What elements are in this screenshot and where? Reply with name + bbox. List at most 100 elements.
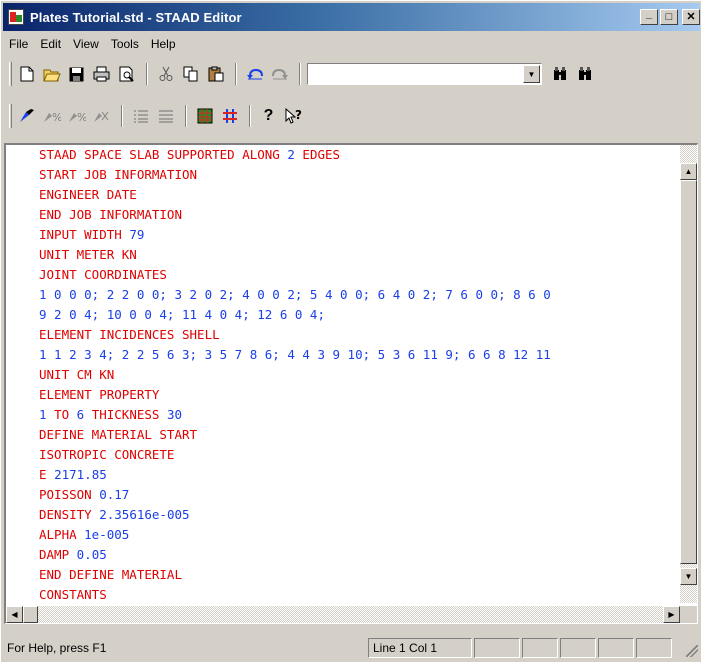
toolbar-separator — [121, 105, 123, 127]
code-area[interactable]: STAAD SPACE SLAB SUPPORTED ALONG 2 EDGES… — [6, 145, 680, 603]
code-line[interactable]: START JOB INFORMATION — [39, 165, 197, 185]
set-bookmark-icon[interactable] — [15, 105, 38, 127]
print-icon[interactable] — [90, 63, 113, 85]
syntax-check-icon[interactable] — [218, 105, 241, 127]
code-keyword: ELEMENT INCIDENCES SHELL — [39, 327, 220, 342]
svg-text:?: ? — [295, 108, 302, 122]
toolbar-separator — [249, 105, 251, 127]
search-combo[interactable]: ▼ — [307, 63, 542, 85]
vertical-scrollbar[interactable]: ▲ ▼ — [680, 145, 697, 603]
dropdown-arrow-icon[interactable]: ▼ — [523, 65, 540, 83]
indent-icon[interactable] — [129, 105, 152, 127]
save-icon[interactable] — [65, 63, 88, 85]
new-file-icon[interactable] — [15, 63, 38, 85]
code-line[interactable]: DEFINE MATERIAL START — [39, 425, 197, 445]
svg-text:%: % — [52, 111, 61, 123]
toolbar-grip[interactable] — [9, 62, 12, 86]
menu-tools[interactable]: Tools — [105, 34, 145, 54]
code-line[interactable]: 1 0 0 0; 2 2 0 0; 3 2 0 2; 4 0 0 2; 5 4 … — [39, 285, 551, 305]
horizontal-scroll-thumb[interactable] — [23, 606, 38, 623]
status-pane — [598, 638, 634, 658]
toolbar-separator — [146, 63, 148, 85]
code-line[interactable]: DAMP 0.05 — [39, 545, 107, 565]
find-icon[interactable] — [548, 63, 571, 85]
status-pane — [474, 638, 520, 658]
code-keyword: DENSITY — [39, 507, 100, 522]
code-keyword: INPUT WIDTH — [39, 227, 130, 242]
code-line[interactable]: POISSON 0.17 — [39, 485, 129, 505]
code-line[interactable]: E 2171.85 — [39, 465, 107, 485]
menu-file[interactable]: File — [3, 34, 34, 54]
menu-view[interactable]: View — [67, 34, 105, 54]
toolbar-grip[interactable] — [9, 104, 12, 128]
window-title: Plates Tutorial.std - STAAD Editor — [30, 9, 242, 25]
cut-icon[interactable] — [154, 63, 177, 85]
code-line[interactable]: END DEFINE MATERIAL — [39, 565, 182, 585]
code-keyword: ENGINEER DATE — [39, 187, 137, 202]
print-preview-icon[interactable] — [115, 63, 138, 85]
minimize-button[interactable]: _ — [640, 9, 658, 25]
code-line[interactable]: ELEMENT INCIDENCES SHELL — [39, 325, 220, 345]
redo-icon[interactable] — [268, 63, 291, 85]
code-line[interactable]: DENSITY 2.35616e-005 — [39, 505, 190, 525]
code-keyword: ISOTROPIC CONCRETE — [39, 447, 175, 462]
minimize-icon: _ — [645, 8, 653, 20]
code-keyword: START JOB INFORMATION — [39, 167, 198, 182]
scroll-down-button[interactable]: ▼ — [680, 568, 697, 585]
code-line[interactable]: END JOB INFORMATION — [39, 205, 182, 225]
code-line[interactable]: ISOTROPIC CONCRETE — [39, 445, 174, 465]
code-line[interactable]: UNIT METER KN — [39, 245, 137, 265]
menu-help[interactable]: Help — [145, 34, 182, 54]
copy-icon[interactable] — [179, 63, 202, 85]
status-pane — [560, 638, 596, 658]
context-help-icon[interactable]: ? — [282, 105, 305, 127]
close-button[interactable]: ✕ — [682, 9, 700, 25]
next-bookmark-icon[interactable]: % — [40, 105, 63, 127]
code-number: 2171.85 — [54, 467, 107, 482]
menu-bar: File Edit View Tools Help — [3, 33, 182, 55]
resize-grip-icon[interactable] — [686, 645, 698, 657]
paste-icon[interactable] — [204, 63, 227, 85]
clear-bookmarks-icon[interactable] — [90, 105, 113, 127]
toolbar-separator — [235, 63, 237, 85]
scroll-up-button[interactable]: ▲ — [680, 163, 697, 180]
toolbar-area: ▼ % % — [3, 57, 700, 143]
horizontal-scrollbar[interactable]: ◀ ▶ — [6, 606, 680, 623]
scroll-left-button[interactable]: ◀ — [6, 606, 23, 623]
code-line[interactable]: UNIT CM KN — [39, 365, 114, 385]
menu-edit[interactable]: Edit — [34, 34, 67, 54]
vertical-scroll-thumb[interactable] — [680, 180, 697, 564]
code-line[interactable]: STAAD SPACE SLAB SUPPORTED ALONG 2 EDGES — [39, 145, 340, 165]
open-folder-icon[interactable] — [40, 63, 63, 85]
code-line[interactable]: INPUT WIDTH 79 — [39, 225, 144, 245]
scroll-right-button[interactable]: ▶ — [663, 606, 680, 623]
code-keyword: UNIT METER KN — [39, 247, 137, 262]
status-bar: For Help, press F1 Line 1 Col 1 — [3, 637, 700, 659]
undo-icon[interactable] — [243, 63, 266, 85]
status-pane — [636, 638, 672, 658]
code-number: 0.17 — [99, 487, 130, 502]
code-line[interactable]: JOINT COORDINATES — [39, 265, 167, 285]
help-icon[interactable]: ? — [257, 105, 280, 127]
code-editor[interactable]: STAAD SPACE SLAB SUPPORTED ALONG 2 EDGES… — [4, 143, 698, 624]
outdent-icon[interactable] — [154, 105, 177, 127]
edit-toolbar: % % ? ? — [3, 101, 307, 131]
prev-bookmark-icon[interactable]: % — [65, 105, 88, 127]
find-next-icon[interactable] — [573, 63, 596, 85]
calculator-icon[interactable] — [193, 105, 216, 127]
code-line[interactable]: ALPHA 1e-005 — [39, 525, 129, 545]
code-line[interactable]: ELEMENT PROPERTY — [39, 385, 159, 405]
code-line[interactable]: 1 TO 6 THICKNESS 30 — [39, 405, 182, 425]
code-line[interactable]: 1 1 2 3 4; 2 2 5 6 3; 3 5 7 8 6; 4 4 3 9… — [39, 345, 551, 365]
code-keyword: ALPHA — [39, 527, 85, 542]
code-line[interactable]: CONSTANTS — [39, 585, 107, 603]
staad-app-icon[interactable] — [8, 9, 24, 25]
code-keyword: END DEFINE MATERIAL — [39, 567, 182, 582]
code-line[interactable]: 9 2 0 4; 10 0 0 4; 11 4 0 4; 12 6 0 4; — [39, 305, 325, 325]
title-bar[interactable]: Plates Tutorial.std - STAAD Editor _ □ ✕ — [3, 3, 700, 31]
window-controls: _ □ ✕ — [640, 9, 700, 25]
code-keyword: CONSTANTS — [39, 587, 107, 602]
toolbar-separator — [185, 105, 187, 127]
code-line[interactable]: ENGINEER DATE — [39, 185, 137, 205]
maximize-button[interactable]: □ — [660, 9, 678, 25]
